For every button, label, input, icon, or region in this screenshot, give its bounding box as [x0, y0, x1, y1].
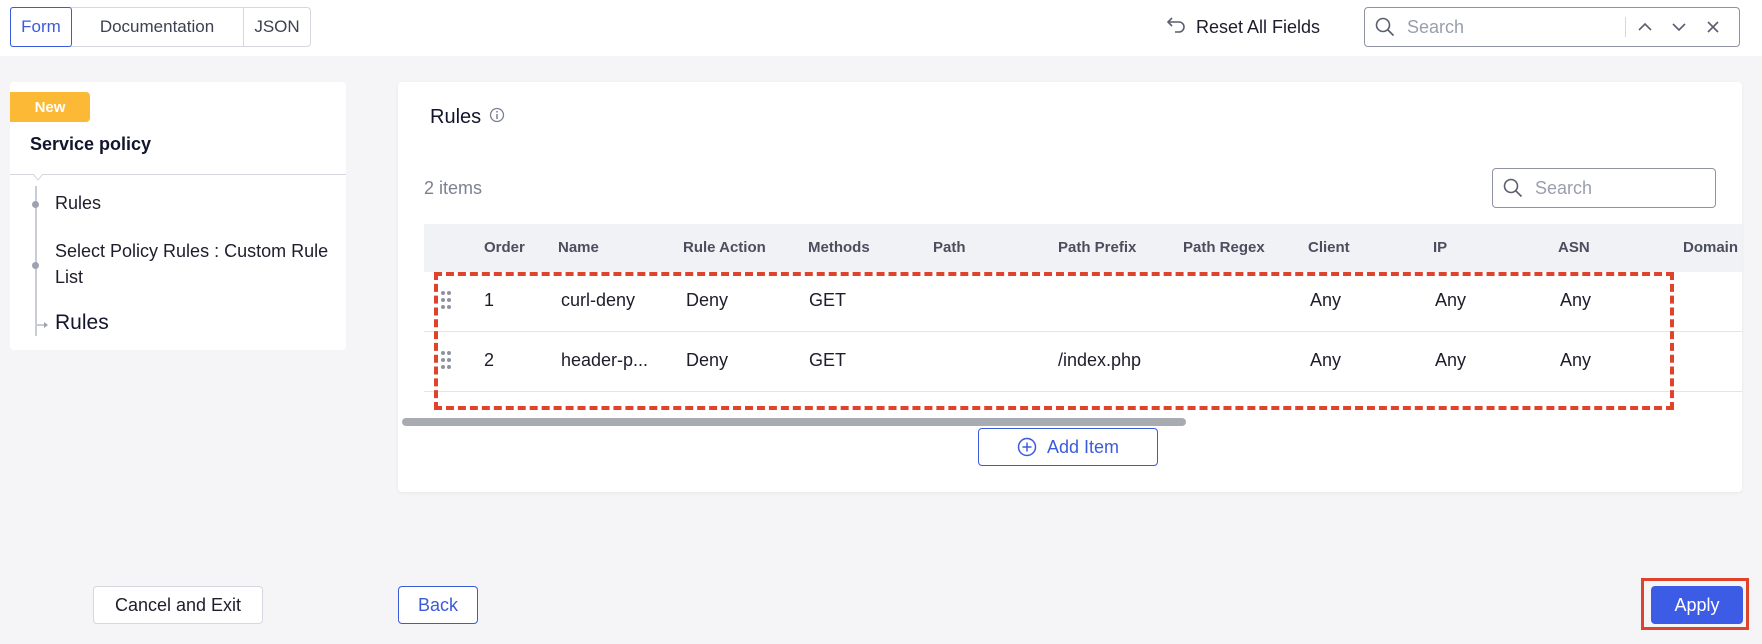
drag-handle-icon[interactable]	[440, 350, 452, 375]
cell-name: curl-deny	[561, 290, 636, 310]
column-order[interactable]: Order	[484, 239, 525, 256]
cell-asn: Any	[1560, 350, 1592, 370]
sidebar-divider	[10, 174, 346, 175]
column-client[interactable]: Client	[1308, 239, 1350, 256]
plus-circle-icon	[1017, 437, 1037, 457]
chevron-up-icon[interactable]	[1630, 22, 1660, 32]
reset-all-fields-button[interactable]: Reset All Fields	[1166, 14, 1320, 40]
column-asn[interactable]: ASN	[1558, 239, 1590, 256]
back-button[interactable]: Back	[398, 586, 478, 624]
search-divider	[1625, 17, 1626, 37]
cell-ip: Any	[1435, 290, 1467, 310]
column-path-regex[interactable]: Path Regex	[1183, 239, 1265, 256]
drag-handle-icon[interactable]	[440, 290, 452, 315]
global-search	[1364, 7, 1740, 47]
search-icon	[1375, 17, 1395, 37]
sidebar-title: Service policy	[30, 134, 152, 154]
view-tabs: Form Documentation JSON	[10, 7, 311, 47]
section-title: Rules	[430, 106, 505, 129]
tab-json[interactable]: JSON	[244, 8, 310, 46]
cell-order: 1	[484, 290, 495, 310]
new-badge: New	[10, 92, 90, 122]
table-row[interactable]: 1 curl-deny Deny GET Any Any Any	[424, 272, 1742, 332]
tree-arrow-icon	[36, 320, 48, 328]
cell-path-prefix: /index.php	[1058, 350, 1142, 370]
add-item-label: Add Item	[1046, 436, 1120, 457]
info-icon[interactable]	[489, 106, 505, 129]
cell-rule-action: Deny	[686, 350, 729, 370]
tree-line	[35, 186, 37, 336]
rules-panel: Rules 2 items Order Name Rule Action Met…	[398, 82, 1742, 492]
tab-form[interactable]: Form	[10, 7, 72, 47]
cell-ip: Any	[1435, 350, 1467, 370]
undo-icon	[1166, 16, 1186, 39]
sidebar-item-rules[interactable]: Rules	[55, 190, 101, 216]
chevron-down-icon[interactable]	[1664, 22, 1694, 32]
search-input[interactable]	[1405, 15, 1609, 39]
table-search-input[interactable]	[1533, 176, 1697, 200]
table-header: Order Name Rule Action Methods Path Path…	[424, 224, 1742, 272]
add-item-button[interactable]: Add Item	[978, 428, 1158, 466]
cell-methods: GET	[809, 290, 847, 310]
section-title-text: Rules	[430, 106, 482, 128]
cell-methods: GET	[809, 350, 847, 370]
horizontal-scrollbar[interactable]	[402, 418, 1186, 426]
cell-asn: Any	[1560, 290, 1592, 310]
reset-label: Reset All Fields	[1196, 16, 1321, 37]
cell-name: header-p...	[561, 350, 649, 370]
top-bar: Form Documentation JSON Reset All Fields	[0, 0, 1762, 56]
cell-client: Any	[1310, 290, 1342, 310]
tree-dot-icon	[32, 262, 39, 269]
column-methods[interactable]: Methods	[808, 239, 870, 256]
cancel-and-exit-button[interactable]: Cancel and Exit	[93, 586, 263, 624]
column-path-prefix[interactable]: Path Prefix	[1058, 239, 1136, 256]
column-domain[interactable]: Domain	[1683, 239, 1738, 256]
column-name[interactable]: Name	[558, 239, 599, 256]
sidebar-item-select-policy-rules[interactable]: Select Policy Rules : Custom Rule List	[55, 238, 345, 290]
cell-rule-action: Deny	[686, 290, 729, 310]
column-ip[interactable]: IP	[1433, 239, 1447, 256]
table-row[interactable]: 2 header-p... Deny GET /index.php Any An…	[424, 332, 1742, 392]
column-rule-action[interactable]: Rule Action	[683, 239, 766, 256]
tree-dot-icon	[32, 201, 39, 208]
tab-documentation[interactable]: Documentation	[71, 8, 244, 46]
close-icon[interactable]	[1698, 21, 1728, 33]
cell-order: 2	[484, 350, 495, 370]
notch-icon	[33, 174, 43, 181]
column-path[interactable]: Path	[933, 239, 966, 256]
items-count: 2 items	[424, 178, 483, 198]
search-icon	[1503, 178, 1523, 198]
table-search	[1492, 168, 1716, 208]
cell-client: Any	[1310, 350, 1342, 370]
apply-button[interactable]: Apply	[1651, 586, 1743, 624]
sidebar-card: New Service policy Rules Select Policy R…	[10, 82, 346, 350]
sidebar-item-rules-current[interactable]: Rules	[55, 310, 109, 336]
